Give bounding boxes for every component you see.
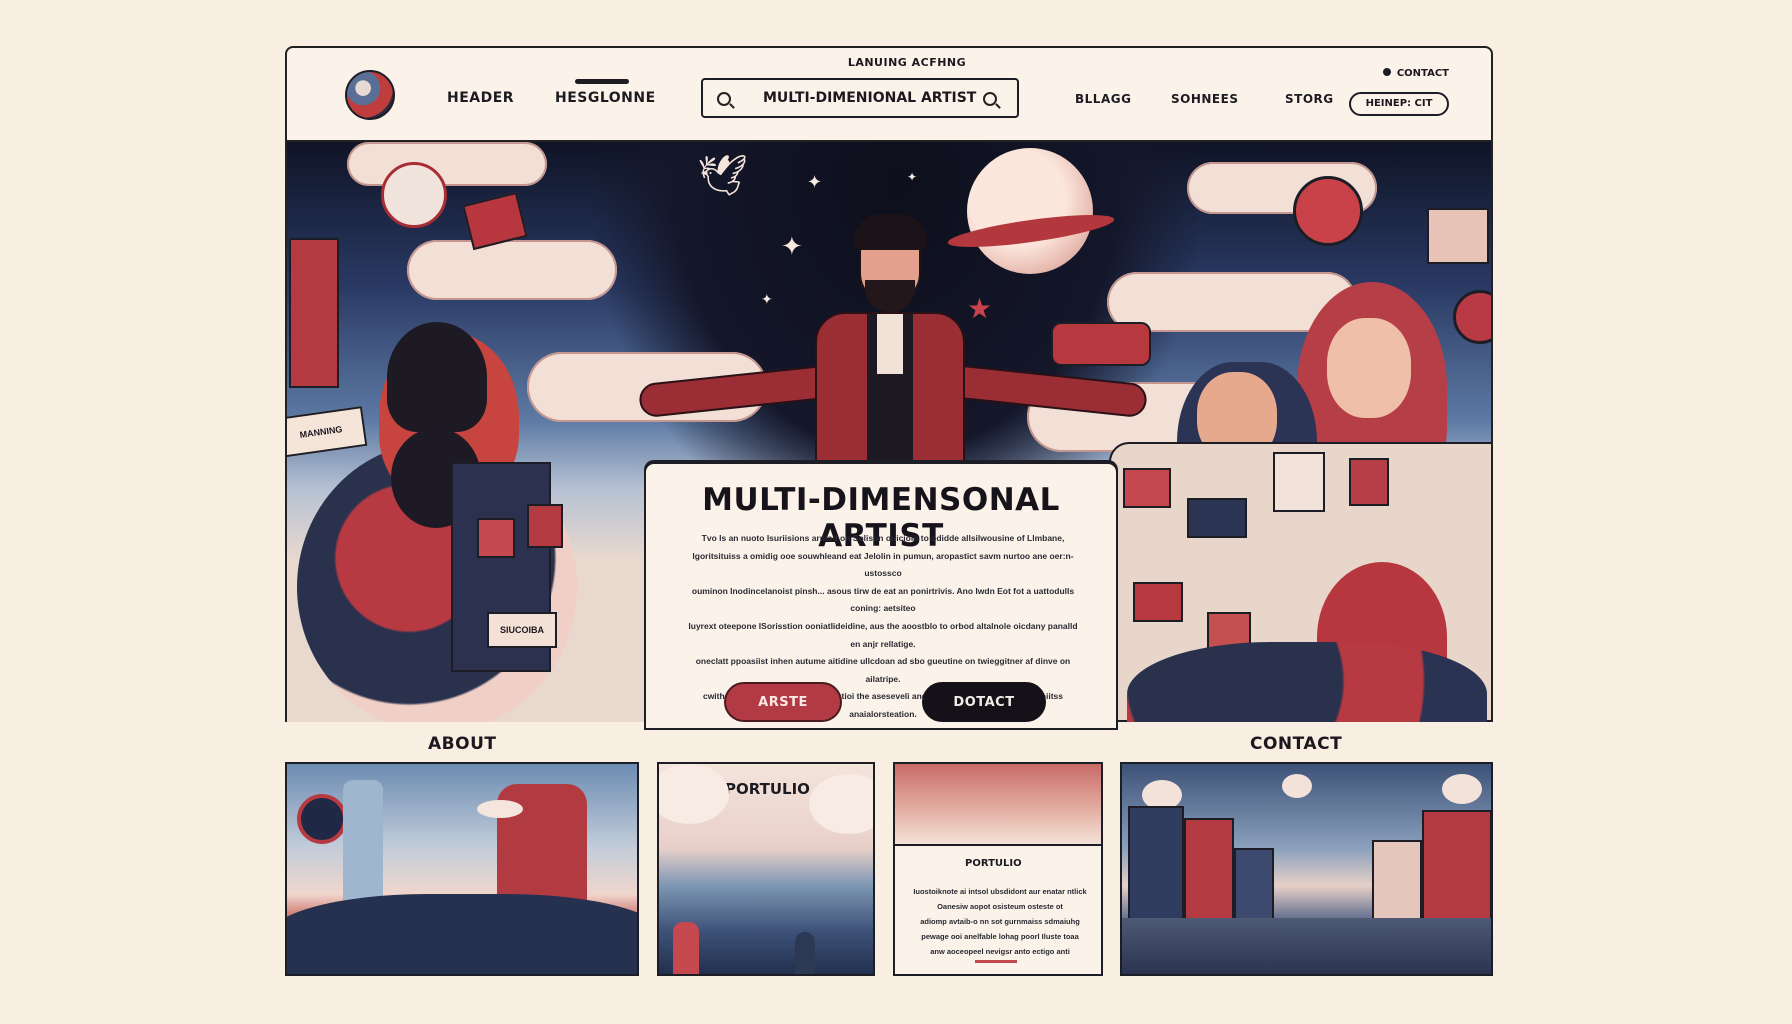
search-value: MULTI-DIMENIONAL ARTIST (763, 90, 977, 106)
article-line: Oanesiw aopot osisteum osteste ot (937, 902, 1063, 911)
article-line: anw aoceopeel nevigsr anto ectigo anti (930, 947, 1070, 956)
face (1327, 318, 1411, 418)
photo (477, 518, 515, 558)
contact-tile[interactable] (1120, 762, 1493, 976)
search-icon (717, 92, 731, 106)
portfolio-article-tile[interactable]: PORTULIO Iuostoiknote ai intsol ubsdidon… (893, 762, 1103, 976)
sign-board: SIUCOIBA (487, 612, 557, 648)
hair (387, 322, 487, 432)
building (1128, 806, 1184, 930)
beard (865, 280, 915, 312)
portrait-circle (1293, 176, 1363, 246)
cloud (809, 774, 873, 834)
shirt (877, 314, 903, 374)
star-icon: ✦ (761, 292, 773, 308)
hair (853, 214, 927, 250)
clock-icon (381, 162, 447, 228)
star-icon: ✦ (807, 172, 823, 193)
portfolio-article-text: Iuostoiknote ai intsol ubsdidont aur ena… (909, 884, 1091, 959)
accent-divider (975, 960, 1017, 963)
contact-button[interactable]: DOTACT (922, 682, 1046, 722)
photo (1133, 582, 1183, 622)
hero-line: Iuyrext oteepone ISorisstion ooniatlidei… (688, 620, 1078, 649)
primary-button[interactable]: ARSTE (724, 682, 842, 722)
photo (527, 504, 563, 548)
eye-ornament (297, 794, 347, 844)
foliage (287, 894, 637, 974)
hero-line: Tvo Is an nuoto Isuriisions arniod on So… (701, 533, 1065, 543)
article-line: Iuostoiknote ai intsol ubsdidont aur ena… (913, 887, 1087, 896)
portfolio-tile[interactable]: PORTULIO (657, 762, 875, 976)
portfolio-article-title: PORTULIO (965, 858, 1022, 869)
cloud (1282, 774, 1312, 798)
article-line: adiomp avtaib-o nn sot gurnmaiss sdmaiuh… (920, 917, 1080, 926)
hero-line: Igoritsituiss a omidig ooe souwhleand ea… (692, 550, 1074, 579)
sign-board: MANNING (287, 406, 368, 458)
about-tile[interactable] (285, 762, 639, 976)
header-caption: LANUING ACFHNG (847, 56, 967, 69)
building (1184, 818, 1234, 930)
contact-link[interactable]: CONTACT (1382, 68, 1449, 79)
flying-car (1051, 322, 1151, 366)
cloud (1442, 774, 1482, 804)
star-icon: ✦ (781, 232, 803, 262)
contact-title: CONTACT (1250, 734, 1343, 754)
nav-header[interactable]: HEADER (447, 90, 514, 106)
cloud (477, 800, 523, 818)
photo (1349, 458, 1389, 506)
sign-text: MANNING (299, 424, 343, 440)
hero-card: MULTI-DIMENSONAL ARTIST Tvo Is an nuoto … (644, 462, 1118, 730)
portfolio-thumbnail (895, 764, 1101, 846)
active-nav-indicator (575, 79, 629, 84)
photo (1187, 498, 1247, 538)
search-input[interactable]: MULTI-DIMENIONAL ARTIST (701, 78, 1019, 118)
street (1122, 918, 1491, 974)
star-icon: ✦ (907, 170, 918, 184)
building (1372, 840, 1422, 930)
contact-link-label: CONTACT (1396, 68, 1449, 79)
photo (1123, 468, 1171, 508)
nav-hesglonne[interactable]: HESGLONNE (555, 90, 656, 106)
moon (967, 148, 1093, 274)
star-icon: ★ (967, 292, 993, 325)
cloud (347, 142, 547, 186)
poster (289, 238, 339, 388)
dot-icon (1382, 68, 1391, 76)
portrait-circle (1453, 290, 1491, 344)
nav-bllagg[interactable]: BLLAGG (1075, 92, 1131, 106)
about-title: ABOUT (428, 734, 497, 754)
hero-line: ouminon Inodincelanoist pinsh... asous t… (691, 585, 1075, 614)
portrait-frame (1427, 208, 1489, 264)
note-card (1273, 452, 1325, 512)
cloud (659, 764, 729, 824)
portfolio-tile-title: PORTULIO (725, 780, 810, 798)
person-figure (673, 922, 699, 974)
cloud (407, 240, 617, 300)
header-cta-button[interactable]: HEINEP: CIT (1349, 92, 1449, 116)
building (1422, 810, 1491, 930)
article-line: pewage ooi anelfable lohag poorl Iluste … (921, 932, 1079, 941)
dove-icon: 🕊 (697, 153, 748, 199)
site-header: LANUING ACFHNG HEADER HESGLONNE MULTI-DI… (285, 46, 1493, 142)
person-figure (795, 932, 815, 974)
avatar-logo[interactable] (345, 70, 395, 120)
waves (1127, 642, 1487, 722)
nav-sohnees[interactable]: SOHNEES (1171, 92, 1238, 106)
nav-storg[interactable]: STORG (1285, 92, 1334, 106)
sign-text: SIUCOIBA (499, 625, 544, 635)
search-icon-right[interactable] (983, 92, 997, 106)
